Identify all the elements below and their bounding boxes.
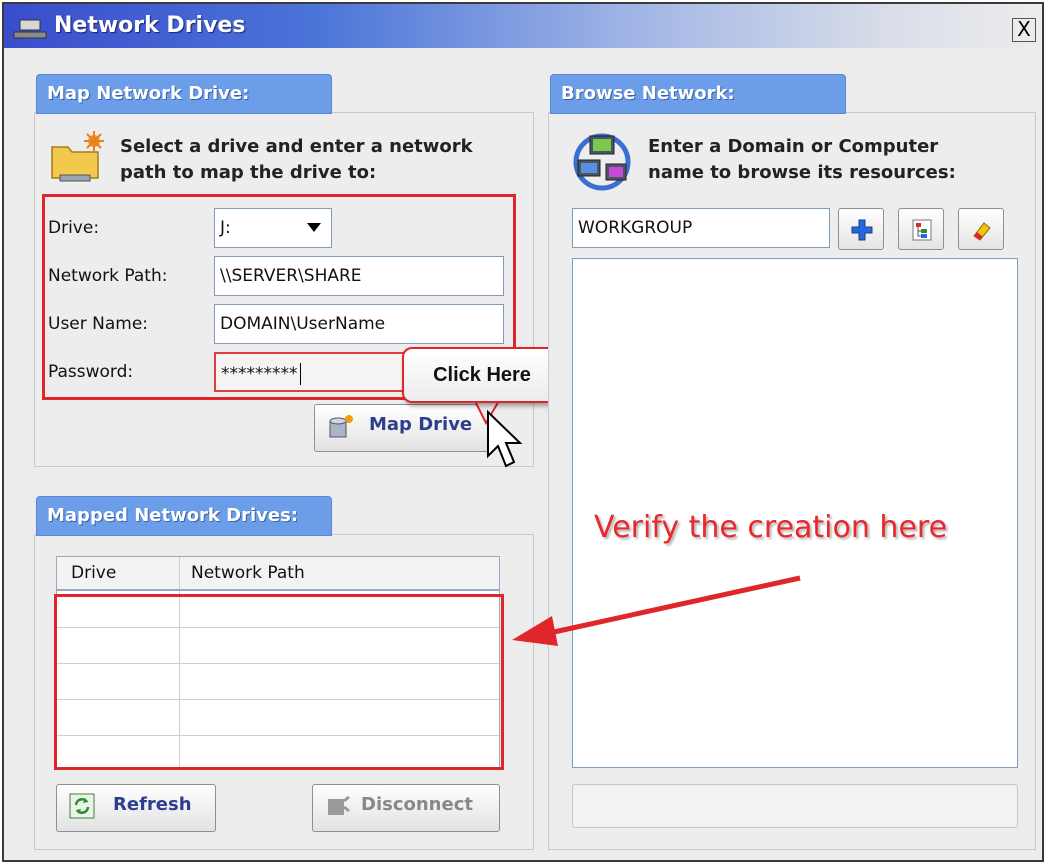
- drive-star-icon: [329, 415, 353, 438]
- add-button[interactable]: [838, 208, 884, 250]
- title-bar[interactable]: Network Drives: [4, 4, 1042, 48]
- verify-annotation-text: Verify the creation here: [594, 510, 948, 545]
- disconnect-button-label: Disconnect: [361, 794, 473, 815]
- mapped-drives-tab: Mapped Network Drives:: [36, 496, 332, 536]
- clear-eraser-icon: [973, 222, 991, 241]
- mouse-pointer-icon: [487, 410, 523, 468]
- browse-tree-button[interactable]: [898, 208, 944, 250]
- add-icon: [851, 219, 873, 241]
- network-drives-window: Network Drives X Map Network Drive: Sele…: [2, 2, 1044, 862]
- column-header-drive[interactable]: Drive: [71, 563, 116, 583]
- map-drive-button-label: Map Drive: [369, 414, 473, 435]
- domain-input[interactable]: WORKGROUP: [572, 208, 830, 248]
- map-drive-button[interactable]: Map Drive: [314, 404, 492, 452]
- map-drive-heading-line1: Select a drive and enter a network: [120, 136, 473, 157]
- close-button[interactable]: X: [1012, 18, 1036, 42]
- browse-network-tab: Browse Network:: [550, 74, 846, 114]
- folder-network-icon: [51, 131, 104, 182]
- refresh-button[interactable]: Refresh: [56, 784, 216, 832]
- network-computers-icon: [573, 133, 631, 191]
- browse-heading-line1: Enter a Domain or Computer: [648, 136, 939, 157]
- disconnect-plug-icon: [328, 795, 350, 815]
- browse-status-bar: [572, 784, 1018, 828]
- browse-tree-icon: [912, 219, 932, 241]
- column-header-network-path[interactable]: Network Path: [191, 563, 305, 583]
- map-drive-tab: Map Network Drive:: [36, 74, 332, 114]
- window-title: Network Drives: [54, 13, 246, 38]
- refresh-button-label: Refresh: [113, 794, 192, 815]
- network-drive-icon: [13, 19, 47, 39]
- click-here-callout: Click Here: [402, 347, 562, 403]
- browse-heading-line2: name to browse its resources:: [648, 162, 956, 183]
- table-highlight-box: [54, 594, 504, 770]
- mapped-table-header: Drive Network Path: [56, 556, 500, 590]
- annotation-arrow: [512, 575, 801, 646]
- disconnect-button[interactable]: Disconnect: [312, 784, 500, 832]
- header-divider: [179, 557, 180, 589]
- refresh-icon: [69, 793, 95, 819]
- clear-button[interactable]: [958, 208, 1004, 250]
- map-drive-heading-line2: path to map the drive to:: [120, 162, 377, 183]
